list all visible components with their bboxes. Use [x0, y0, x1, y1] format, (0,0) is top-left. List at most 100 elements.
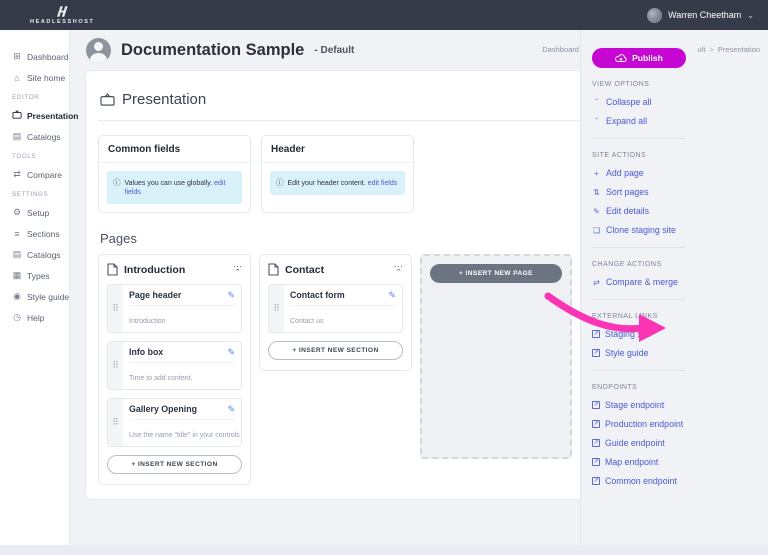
common-fields-title: Common fields	[99, 136, 250, 163]
sidebar-section-tools: TOOLS	[12, 147, 69, 164]
drag-handle-icon[interactable]: ⠿	[108, 342, 123, 389]
pages-row: Introduction ⋯ˆ ⠿ Page header✎ Introduct…	[98, 254, 624, 484]
sidebar-item-sections[interactable]: ≡Sections	[12, 223, 69, 244]
edit-details-link[interactable]: ✎Edit details	[592, 206, 686, 216]
expand-all-link[interactable]: ˇExpand all	[592, 116, 686, 126]
external-link-icon: ↗	[592, 349, 600, 357]
external-link-icon: ↗	[592, 401, 600, 409]
insert-new-page-button[interactable]: + INSERT NEW PAGE	[430, 264, 562, 283]
home-icon: ⌂	[12, 73, 22, 83]
external-link-icon: ↗	[592, 458, 600, 466]
chevron-down-icon: ⌄	[747, 11, 754, 20]
sidebar-item-catalogs[interactable]: ▤Catalogs	[12, 126, 69, 147]
section-subtitle: Time to add content.	[129, 375, 193, 382]
common-endpoint-link[interactable]: ↗Common endpoint	[592, 476, 686, 486]
sidebar-item-setup[interactable]: ⚙Setup	[12, 202, 69, 223]
field-cards-row: Common fields ⓘ Values you can use globa…	[98, 135, 624, 213]
info-icon: ⓘ	[276, 178, 284, 188]
drag-handle-icon[interactable]: ⠿	[108, 399, 123, 446]
pages-heading: Pages	[100, 231, 622, 246]
guide-endpoint-link[interactable]: ↗Guide endpoint	[592, 438, 686, 448]
headlesshost-logo-icon	[54, 5, 70, 18]
sidebar-item-types[interactable]: ▦Types	[12, 265, 69, 286]
clone-staging-site-link[interactable]: ❏Clone staging site	[592, 225, 686, 235]
breadcrumb-separator: >	[709, 45, 713, 54]
drag-handle-icon[interactable]: ⠿	[108, 285, 123, 332]
edit-icon[interactable]: ✎	[227, 347, 235, 358]
external-link-icon: ↗	[592, 477, 600, 485]
cloud-upload-icon	[615, 53, 627, 63]
sidebar-item-catalogs-2[interactable]: ▤Catalogs	[12, 244, 69, 265]
stage-endpoint-link[interactable]: ↗Stage endpoint	[592, 400, 686, 410]
sort-icon: ⇅	[592, 188, 601, 197]
clone-icon: ❏	[592, 226, 601, 235]
tv-icon	[100, 93, 115, 106]
page-title: Documentation Sample	[121, 41, 304, 60]
sidebar-item-compare[interactable]: ⇄Compare	[12, 164, 69, 185]
common-fields-banner: ⓘ Values you can use globally. edit fiel…	[107, 171, 242, 204]
eye-icon: ◉	[12, 291, 22, 302]
sidebar-section-editor: EDITOR	[12, 88, 69, 105]
chevron-up-icon[interactable]: ˆ	[236, 270, 239, 277]
user-menu[interactable]: Warren Cheetham ⌄	[647, 8, 754, 23]
staging-site-link[interactable]: ↗Staging site	[592, 329, 686, 339]
collapse-all-link[interactable]: ˆCollaspe all	[592, 97, 686, 107]
sidebar-item-dashboard[interactable]: ⊞Dashboard	[12, 46, 69, 67]
breadcrumb-presentation: Presentation	[718, 45, 760, 54]
publish-button[interactable]: Publish	[592, 48, 686, 68]
chevron-up-icon[interactable]: ˆ	[397, 270, 400, 277]
divider	[592, 247, 686, 248]
rail-group-view-options: VIEW OPTIONS	[592, 81, 686, 88]
banner-text: Edit your header content.	[288, 180, 366, 187]
external-link-icon: ↗	[592, 420, 600, 428]
compare-icon: ⇄	[12, 169, 22, 180]
map-endpoint-link[interactable]: ↗Map endpoint	[592, 457, 686, 467]
section-row: ⠿ Info box ✎ Time to add content.	[107, 341, 242, 390]
edit-fields-link[interactable]: edit fields	[368, 180, 398, 187]
insert-new-section-button[interactable]: + INSERT NEW SECTION	[107, 455, 242, 474]
chevron-up-icon: ˆ	[592, 98, 601, 107]
add-page-link[interactable]: +Add page	[592, 168, 686, 178]
sidebar-item-style-guide[interactable]: ◉Style guide	[12, 286, 69, 307]
sort-pages-link[interactable]: ⇅Sort pages	[592, 187, 686, 197]
header-fields-banner: ⓘ Edit your header content. edit fields	[270, 171, 405, 195]
right-rail: Publish VIEW OPTIONS ˆCollaspe all ˇExpa…	[580, 30, 698, 555]
topbar: HEADLESSHOST Warren Cheetham ⌄	[0, 0, 768, 30]
external-link-icon: ↗	[592, 439, 600, 447]
info-icon: ⓘ	[113, 178, 121, 188]
drag-handle-icon[interactable]: ⠿	[269, 285, 284, 332]
bottom-scrollbar-track[interactable]	[0, 545, 768, 555]
edit-icon[interactable]: ✎	[388, 290, 396, 301]
presentation-card-header: Presentation	[98, 85, 624, 121]
section-title: Contact form	[290, 290, 345, 300]
gear-icon: ⚙	[12, 207, 22, 218]
breadcrumb-dashboard[interactable]: Dashboard	[542, 45, 579, 54]
style-guide-link[interactable]: ↗Style guide	[592, 348, 686, 358]
section-subtitle: Introduction	[129, 318, 166, 325]
brand-logo: HEADLESSHOST	[30, 5, 94, 26]
insert-new-section-button[interactable]: + INSERT NEW SECTION	[268, 341, 403, 360]
sidebar-item-presentation[interactable]: Presentation	[12, 105, 69, 126]
types-icon: ▦	[12, 270, 22, 281]
sections-icon: ≡	[12, 229, 22, 239]
section-row: ⠿ Contact form ✎ Contact us	[268, 284, 403, 333]
edit-icon[interactable]: ✎	[227, 404, 235, 415]
sidenav: ⊞Dashboard ⌂Site home EDITOR Presentatio…	[0, 30, 70, 545]
sidebar-section-settings: SETTINGS	[12, 185, 69, 202]
sidebar-item-site-home[interactable]: ⌂Site home	[12, 67, 69, 88]
edit-icon[interactable]: ✎	[227, 290, 235, 301]
section-title: Gallery Opening	[129, 404, 197, 414]
section-subtitle: Contact us	[290, 318, 323, 325]
section-title: Info box	[129, 347, 163, 357]
external-link-icon: ↗	[592, 330, 600, 338]
catalog-icon: ▤	[12, 131, 22, 142]
user-avatar	[647, 8, 662, 23]
presentation-card: Presentation Common fields ⓘ Values you …	[85, 70, 637, 500]
rail-group-endpoints: ENDPOINTS	[592, 384, 686, 391]
header-fields-card: Header ⓘ Edit your header content. edit …	[261, 135, 414, 213]
document-icon	[107, 263, 118, 276]
help-icon: ◷	[12, 312, 22, 323]
compare-merge-link[interactable]: ⇄Compare & merge	[592, 277, 686, 287]
production-endpoint-link[interactable]: ↗Production endpoint	[592, 419, 686, 429]
sidebar-item-help[interactable]: ◷Help	[12, 307, 69, 328]
